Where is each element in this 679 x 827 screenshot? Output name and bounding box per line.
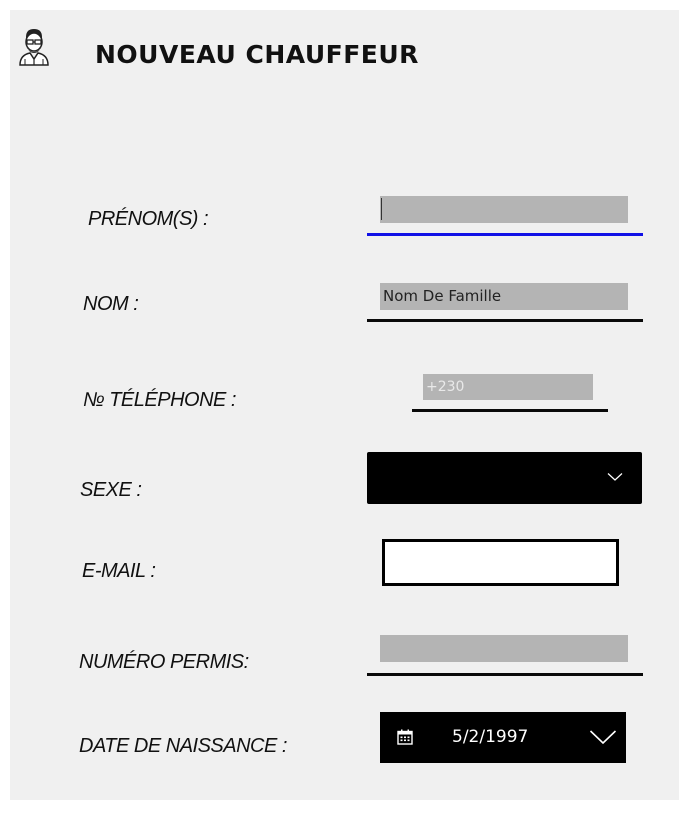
driver-avatar-icon <box>19 29 49 66</box>
telephone-value: +230 <box>426 379 465 395</box>
sexe-dropdown[interactable] <box>367 452 642 504</box>
prenom-label: PRÉNOM(S) : <box>88 208 209 230</box>
telephone-input[interactable]: +230 <box>423 374 593 400</box>
nom-input[interactable]: Nom De Famille <box>380 283 628 310</box>
chevron-down-icon[interactable] <box>589 729 617 745</box>
calendar-icon <box>397 729 413 745</box>
page-title: NOUVEAU CHAUFFEUR <box>95 40 419 69</box>
telephone-underline <box>412 409 608 412</box>
date-picker[interactable]: 5/2/1997 <box>380 712 626 763</box>
email-label: E-MAIL : <box>82 560 156 582</box>
sexe-label: SEXE : <box>80 479 142 501</box>
chevron-down-icon[interactable] <box>607 472 623 482</box>
email-value <box>385 553 388 571</box>
permis-underline <box>367 673 643 676</box>
prenom-underline-focused <box>367 233 643 236</box>
permis-input[interactable] <box>380 635 628 662</box>
text-caret <box>381 198 382 220</box>
prenom-input[interactable] <box>380 196 628 223</box>
naissance-value: 5/2/1997 <box>452 727 529 747</box>
nom-label: NOM : <box>83 293 139 315</box>
nom-value: Nom De Famille <box>383 287 502 305</box>
permis-label: NUMÉRO PERMIS: <box>79 651 249 673</box>
telephone-label: № TÉLÉPHONE : <box>83 389 236 411</box>
email-input[interactable] <box>382 539 619 586</box>
naissance-label: DATE DE NAISSANCE : <box>79 735 287 757</box>
permis-value <box>380 639 383 657</box>
nom-underline <box>367 319 643 322</box>
